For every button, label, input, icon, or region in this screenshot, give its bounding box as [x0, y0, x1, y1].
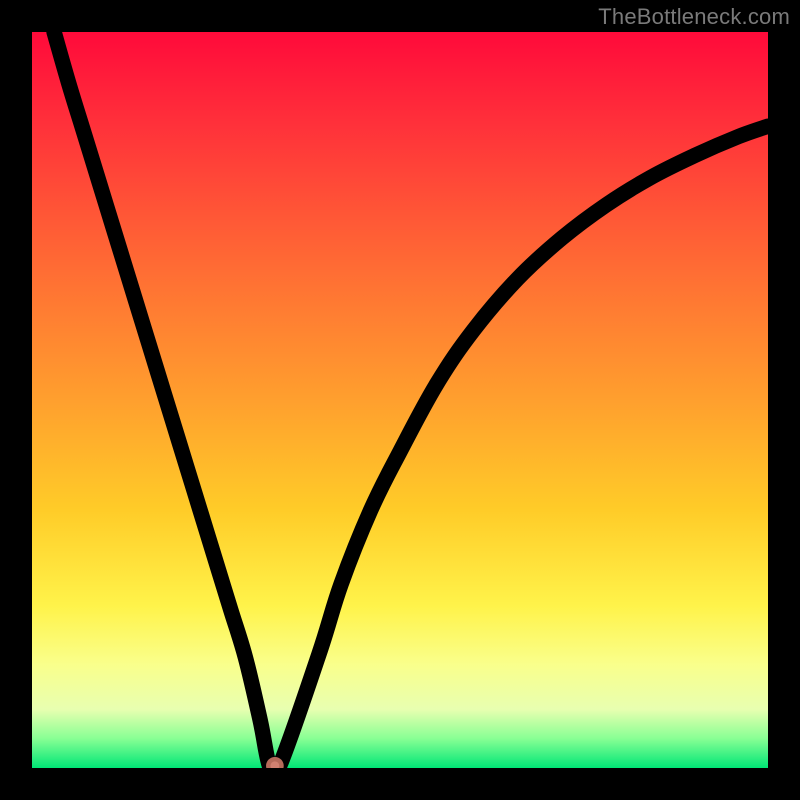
chart-frame: TheBottleneck.com	[0, 0, 800, 800]
minimum-marker	[268, 759, 281, 768]
watermark-text: TheBottleneck.com	[598, 4, 790, 30]
bottleneck-curve	[32, 32, 768, 768]
plot-area	[32, 32, 768, 768]
curve-path	[54, 32, 768, 768]
